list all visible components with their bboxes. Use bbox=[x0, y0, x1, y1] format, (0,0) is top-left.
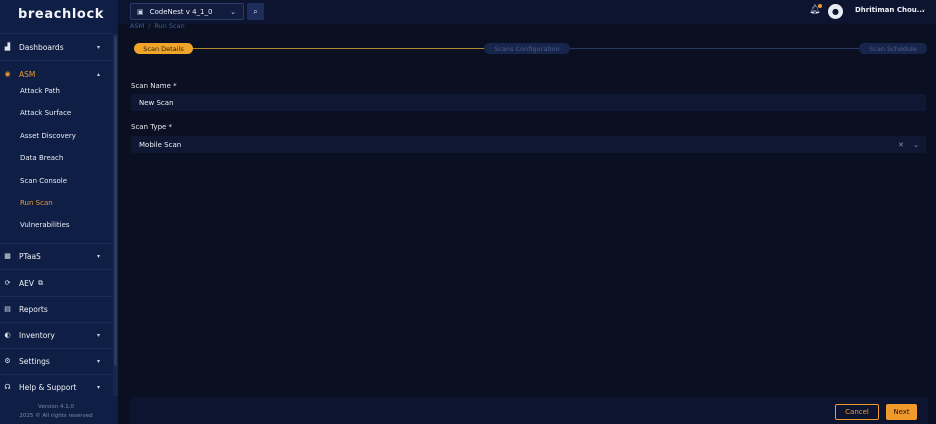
chevron-down-icon: ▾ bbox=[96, 43, 100, 51]
chevron-down-icon[interactable]: ⌄ bbox=[913, 141, 919, 149]
next-button[interactable]: Next bbox=[886, 404, 917, 420]
username[interactable]: Dhritiman Chou... bbox=[855, 6, 925, 14]
external-link-icon: ⧉ bbox=[38, 278, 43, 287]
breadcrumb-item-asm[interactable]: ASM bbox=[130, 22, 144, 30]
step-scan-schedule[interactable]: Scan Schedule bbox=[859, 43, 927, 54]
sidebar-divider bbox=[0, 60, 112, 61]
sidebar-subitem-vulnerabilities[interactable]: Vulnerabilities bbox=[20, 219, 70, 231]
sidebar-item-label: Inventory bbox=[19, 330, 55, 340]
target-icon: ◉ bbox=[4, 70, 11, 78]
chevron-down-icon: ▾ bbox=[96, 331, 100, 339]
sidebar-item-label: Dashboards bbox=[19, 42, 64, 52]
chevron-up-icon: ▴ bbox=[96, 70, 100, 78]
sidebar-item-inventory[interactable]: ◐ Inventory ▾ bbox=[0, 326, 112, 344]
sidebar-scroll-thumb[interactable] bbox=[114, 36, 117, 366]
sidebar-divider bbox=[0, 348, 112, 349]
sidebar-item-label: Reports bbox=[19, 304, 48, 314]
scan-name-value: New Scan bbox=[139, 98, 174, 107]
cancel-button[interactable]: Cancel bbox=[835, 404, 879, 420]
app: breachlock ▟ Dashboards ▾ ◉ ASM ▴ Attack… bbox=[0, 0, 936, 424]
sidebar-divider bbox=[0, 33, 112, 34]
breachlock-logo[interactable]: breachlock bbox=[18, 7, 104, 22]
user-icon: ● bbox=[832, 7, 839, 16]
breadcrumb-item-run-scan: Run Scan bbox=[154, 22, 185, 30]
stepper-line-complete bbox=[190, 48, 486, 49]
copyright-text: 2025 © All rights reserved bbox=[19, 413, 93, 419]
topbar: ▣ CodeNest v 4_1_0 ⌄ ⌕ 🔔︎ ● Dhritiman Ch… bbox=[118, 0, 936, 24]
form-footer bbox=[130, 397, 928, 424]
step-scans-configuration[interactable]: Scans Configuration bbox=[484, 43, 570, 54]
sidebar-divider bbox=[0, 374, 112, 375]
scan-type-value: Mobile Scan bbox=[139, 140, 182, 149]
project-selector-value: CodeNest v 4_1_0 bbox=[149, 7, 213, 16]
headset-icon: ☊ bbox=[4, 383, 11, 391]
sidebar-item-label: PTaaS bbox=[19, 251, 41, 261]
chevron-down-icon: ▾ bbox=[96, 252, 100, 260]
scan-type-select[interactable]: Mobile Scan ✕ ⌄ bbox=[131, 136, 926, 153]
breadcrumb-separator: / bbox=[148, 22, 151, 30]
sidebar-subitem-scan-console[interactable]: Scan Console bbox=[20, 175, 67, 187]
sidebar-divider bbox=[0, 243, 112, 244]
search-button[interactable]: ⌕ bbox=[247, 3, 264, 20]
sidebar-subitem-data-breach[interactable]: Data Breach bbox=[20, 152, 63, 164]
notification-dot bbox=[818, 4, 822, 8]
sidebar-item-dashboards[interactable]: ▟ Dashboards ▾ bbox=[0, 38, 112, 56]
step-scan-details[interactable]: Scan Details bbox=[134, 43, 193, 54]
notification-button[interactable]: 🔔︎ bbox=[809, 4, 822, 18]
breadcrumb: ASM / Run Scan bbox=[130, 22, 185, 30]
chevron-down-icon[interactable]: ⌄ bbox=[921, 6, 926, 13]
search-icon: ⌕ bbox=[253, 6, 258, 16]
sidebar-subitem-asset-discovery[interactable]: Asset Discovery bbox=[20, 130, 76, 142]
scan-name-input[interactable]: New Scan bbox=[131, 94, 926, 111]
clear-icon[interactable]: ✕ bbox=[898, 141, 904, 149]
sidebar-item-label: Settings bbox=[19, 356, 50, 366]
chart-icon: ▟ bbox=[4, 43, 11, 51]
sidebar-item-asm[interactable]: ◉ ASM ▴ bbox=[0, 65, 112, 83]
sidebar-divider bbox=[0, 296, 112, 297]
sidebar-item-label: AEV bbox=[19, 278, 34, 288]
avatar[interactable]: ● bbox=[828, 4, 843, 19]
sidebar-item-aev[interactable]: ⟳ AEV ⧉ bbox=[0, 274, 112, 292]
chevron-down-icon: ⌄ bbox=[230, 7, 236, 16]
scan-type-label: Scan Type * bbox=[131, 123, 173, 131]
grid-icon: ▦ bbox=[4, 252, 11, 260]
stepper-line-pending bbox=[570, 48, 860, 49]
sidebar-item-reports[interactable]: ▤ Reports bbox=[0, 300, 112, 318]
sync-icon: ⟳ bbox=[4, 279, 11, 287]
chevron-down-icon: ▾ bbox=[96, 357, 100, 365]
sidebar-item-ptaas[interactable]: ▦ PTaaS ▾ bbox=[0, 247, 112, 265]
sidebar: breachlock ▟ Dashboards ▾ ◉ ASM ▴ Attack… bbox=[0, 0, 118, 424]
version-text: Version 4.1.0 bbox=[38, 404, 74, 410]
sidebar-subitem-attack-surface[interactable]: Attack Surface bbox=[20, 107, 71, 119]
scan-name-label: Scan Name * bbox=[131, 82, 177, 90]
box-icon: ▣ bbox=[137, 7, 144, 16]
sidebar-divider bbox=[0, 322, 112, 323]
chevron-down-icon: ▾ bbox=[96, 383, 100, 391]
project-selector[interactable]: ▣ CodeNest v 4_1_0 ⌄ bbox=[130, 3, 244, 20]
gear-icon: ⚙ bbox=[4, 357, 11, 365]
sidebar-subitem-attack-path[interactable]: Attack Path bbox=[20, 85, 60, 97]
sidebar-item-settings[interactable]: ⚙ Settings ▾ bbox=[0, 352, 112, 370]
sidebar-divider bbox=[0, 269, 112, 270]
sidebar-item-label: ASM bbox=[19, 69, 36, 79]
sidebar-item-label: Help & Support bbox=[19, 382, 77, 392]
inventory-icon: ◐ bbox=[4, 331, 11, 339]
document-icon: ▤ bbox=[4, 305, 11, 313]
sidebar-item-help-support[interactable]: ☊ Help & Support ▾ bbox=[0, 378, 112, 396]
sidebar-subitem-run-scan[interactable]: Run Scan bbox=[20, 197, 53, 209]
